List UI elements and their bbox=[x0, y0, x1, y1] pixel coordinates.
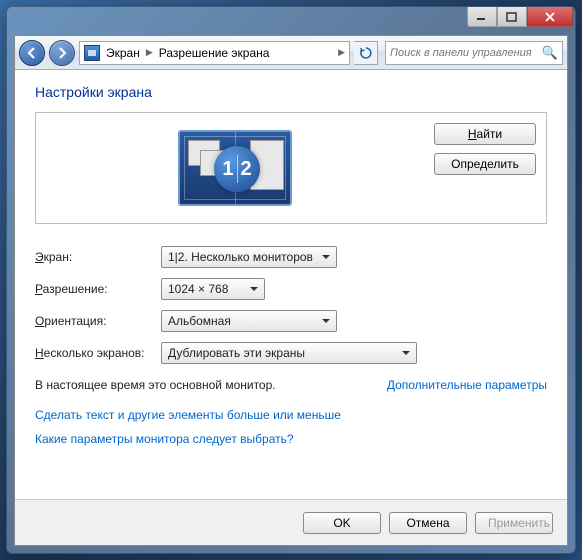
multiple-label: Несколько экранов: bbox=[35, 346, 161, 360]
window-body: Экран ▶ Разрешение экрана ▶ 🔍 Настройки … bbox=[14, 35, 568, 546]
breadcrumb-item[interactable]: Экран bbox=[106, 46, 140, 60]
minimize-button[interactable] bbox=[467, 7, 497, 27]
forward-button[interactable] bbox=[49, 40, 75, 66]
close-button[interactable] bbox=[527, 7, 573, 27]
page-title: Настройки экрана bbox=[35, 84, 547, 100]
multiple-select[interactable]: Дублировать эти экраны bbox=[161, 342, 417, 364]
maximize-button[interactable] bbox=[497, 7, 527, 27]
settings-form: Экран: 1|2. Несколько мониторов Разрешен… bbox=[35, 246, 547, 364]
content-area: Настройки экрана 1 2 Найти О bbox=[15, 70, 567, 499]
display-icon bbox=[84, 45, 100, 61]
text-size-link[interactable]: Сделать текст и другие элементы больше и… bbox=[35, 408, 547, 422]
toolbar: Экран ▶ Разрешение экрана ▶ 🔍 bbox=[15, 36, 567, 70]
orientation-select[interactable]: Альбомная bbox=[161, 310, 337, 332]
help-link[interactable]: Какие параметры монитора следует выбрать… bbox=[35, 432, 547, 446]
monitor-preview: 1 2 Найти Определить bbox=[35, 112, 547, 224]
refresh-button[interactable] bbox=[354, 41, 378, 65]
chevron-right-icon: ▶ bbox=[338, 47, 345, 58]
screen-label: Экран: bbox=[35, 250, 161, 264]
search-box[interactable]: 🔍 bbox=[385, 41, 563, 65]
window-frame: Экран ▶ Разрешение экрана ▶ 🔍 Настройки … bbox=[6, 6, 576, 554]
address-bar[interactable]: Экран ▶ Разрешение экрана ▶ bbox=[79, 41, 350, 65]
search-icon: 🔍 bbox=[542, 45, 558, 61]
orientation-label: Ориентация: bbox=[35, 314, 161, 328]
screen-select[interactable]: 1|2. Несколько мониторов bbox=[161, 246, 337, 268]
find-button[interactable]: Найти bbox=[434, 123, 536, 145]
dialog-footer: OK Отмена Применить bbox=[15, 499, 567, 545]
ok-button[interactable]: OK bbox=[303, 512, 381, 534]
chevron-right-icon: ▶ bbox=[146, 47, 153, 58]
monitor-graphic[interactable]: 1 2 bbox=[178, 130, 292, 206]
monitor-number-badge: 1 2 bbox=[214, 146, 260, 192]
back-button[interactable] bbox=[19, 40, 45, 66]
status-text: В настоящее время это основной монитор. bbox=[35, 378, 276, 392]
identify-button[interactable]: Определить bbox=[434, 153, 536, 175]
cancel-button[interactable]: Отмена bbox=[389, 512, 467, 534]
resolution-select[interactable]: 1024 × 768 bbox=[161, 278, 265, 300]
resolution-label: Разрешение: bbox=[35, 282, 161, 296]
apply-button: Применить bbox=[475, 512, 553, 534]
search-input[interactable] bbox=[390, 47, 542, 59]
breadcrumb-item[interactable]: Разрешение экрана bbox=[159, 46, 270, 60]
titlebar bbox=[7, 7, 575, 35]
advanced-link[interactable]: Дополнительные параметры bbox=[387, 378, 547, 392]
